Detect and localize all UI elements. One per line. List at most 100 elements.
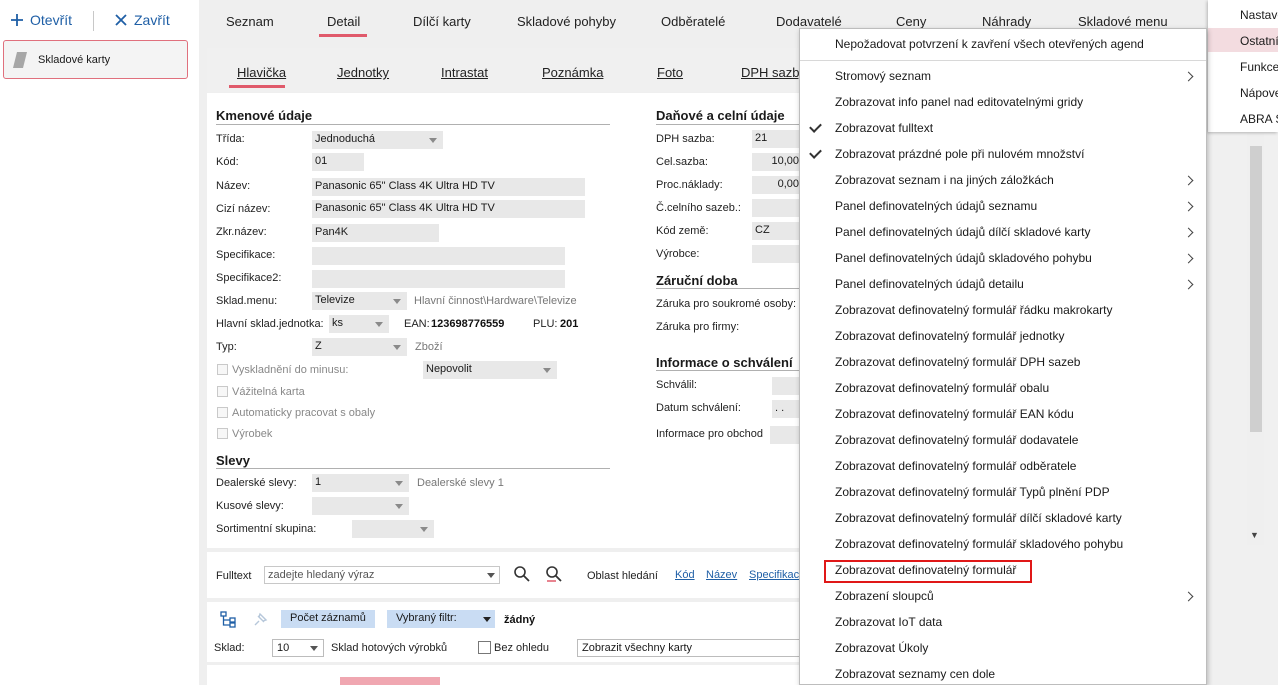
kod-zeme-field[interactable]: CZ: [752, 222, 802, 240]
proc-naklady-field[interactable]: 0,00: [752, 176, 802, 194]
vyrobce-field[interactable]: [752, 245, 802, 263]
tab-ceny[interactable]: Ceny: [896, 14, 926, 29]
menu-item-form-pdp[interactable]: Zobrazovat definovatelný formulář Typů p…: [835, 485, 1110, 499]
record-count-button[interactable]: Počet záznamů: [281, 610, 375, 628]
menu-item-zobrazeni-sloupcu[interactable]: Zobrazení sloupců: [835, 589, 934, 603]
subtab-foto[interactable]: Foto: [657, 65, 683, 80]
menu-item-form-odberatele[interactable]: Zobrazovat definovatelný formulář odběra…: [835, 459, 1076, 473]
tab-odberatele[interactable]: Odběratelé: [661, 14, 725, 29]
sklad-label: Sklad:: [214, 642, 245, 654]
filter-button[interactable]: Vybraný filtr:: [387, 610, 495, 628]
sklad-menu-select[interactable]: Televize: [312, 292, 407, 310]
menu-item-form-dph-sazeb[interactable]: Zobrazovat definovatelný formulář DPH sa…: [835, 355, 1080, 369]
informace-obchod-field[interactable]: [770, 426, 802, 444]
chevron-right-icon: [1183, 175, 1194, 186]
close-button[interactable]: Zavřít: [114, 10, 170, 30]
sortiment-select[interactable]: [352, 520, 434, 538]
trida-select[interactable]: Jednoduchá: [312, 131, 443, 149]
subtab-jednotky[interactable]: Jednotky: [337, 65, 389, 80]
menu-item-prazdne-pole[interactable]: Zobrazovat prázdné pole při nulovém množ…: [835, 147, 1084, 161]
cel-sazba-field[interactable]: 10,00: [752, 153, 802, 171]
dph-label: DPH sazba:: [656, 133, 715, 145]
kod-zeme-label: Kód země:: [656, 225, 709, 237]
tab-dodavatele[interactable]: Dodavatelé: [776, 14, 842, 29]
search-icon[interactable]: [513, 565, 531, 583]
jednotka-select[interactable]: ks: [329, 315, 389, 333]
menu-item-form-ean[interactable]: Zobrazovat definovatelný formulář EAN kó…: [835, 407, 1074, 421]
typ-select[interactable]: Z: [312, 338, 407, 356]
vyrobek-checkbox[interactable]: [217, 428, 228, 439]
obaly-checkbox[interactable]: [217, 407, 228, 418]
menu-item-iot-data[interactable]: Zobrazovat IoT data: [835, 615, 942, 629]
kod-field[interactable]: 01: [312, 153, 364, 171]
plu-value: 201: [560, 318, 579, 330]
menu-item-form-makrokarty[interactable]: Zobrazovat definovatelný formulář řádku …: [835, 303, 1112, 317]
kusove-label: Kusové slevy:: [216, 500, 284, 512]
menu-item-definovatelny-formular[interactable]: Zobrazovat definovatelný formulář: [835, 563, 1016, 577]
fulltext-input[interactable]: zadejte hledaný výraz: [264, 566, 500, 584]
menu-item-nastaveni[interactable]: Nastave: [1240, 8, 1278, 22]
fulltext-label: Fulltext: [216, 570, 252, 582]
subtab-poznamka[interactable]: Poznámka: [542, 65, 603, 80]
menu-item-seznamy-cen-dole[interactable]: Zobrazovat seznamy cen dole: [835, 667, 995, 681]
sklad-select[interactable]: 10: [272, 639, 324, 657]
specifikace-field[interactable]: [312, 247, 565, 265]
subtab-dph-sazby[interactable]: DPH sazby: [741, 65, 806, 80]
search-field-nazev[interactable]: Název: [706, 569, 737, 581]
scroll-down-icon[interactable]: ▼: [1250, 530, 1259, 540]
menu-item-fulltext[interactable]: Zobrazovat fulltext: [835, 121, 933, 135]
search-options-icon[interactable]: [545, 565, 563, 583]
menu-item-panel-dilci-karty[interactable]: Panel definovatelných údajů dílčí sklado…: [835, 225, 1091, 239]
menu-item-ukoly[interactable]: Zobrazovat Úkoly: [835, 641, 928, 655]
menu-item-nepozadovat[interactable]: Nepožadovat potvrzení k zavření všech ot…: [835, 37, 1144, 51]
pin-icon[interactable]: [252, 612, 268, 628]
menu-item-info-panel[interactable]: Zobrazovat info panel nad editovatelnými…: [835, 95, 1083, 109]
tab-seznam[interactable]: Seznam: [226, 14, 274, 29]
search-field-specifikace[interactable]: Specifikace: [749, 569, 805, 581]
bez-ohledu-checkbox[interactable]: [478, 641, 491, 654]
menu-item-napoveda[interactable]: Nápove: [1240, 86, 1278, 100]
tab-skladove-pohyby[interactable]: Skladové pohyby: [517, 14, 616, 29]
menu-item-panel-detailu[interactable]: Panel definovatelných údajů detailu: [835, 277, 1024, 291]
menu-item-panel-seznamu[interactable]: Panel definovatelných údajů seznamu: [835, 199, 1037, 213]
vazitelna-checkbox[interactable]: [217, 386, 228, 397]
dealer-select[interactable]: 1: [312, 474, 409, 492]
celni-sazebnik-field[interactable]: [752, 199, 802, 217]
menu-item-panel-skladoveho-pohybu[interactable]: Panel definovatelných údajů skladového p…: [835, 251, 1092, 265]
obaly-label: Automaticky pracovat s obaly: [232, 407, 376, 419]
menu-item-seznam-jine-zalozky[interactable]: Zobrazovat seznam i na jiných záložkách: [835, 173, 1054, 187]
tree-view-icon[interactable]: [220, 611, 237, 628]
menu-item-form-skladoveho-pohybu[interactable]: Zobrazovat definovatelný formulář sklado…: [835, 537, 1123, 551]
menu-item-ostatni[interactable]: Ostatní: [1240, 34, 1278, 48]
specifikace2-field[interactable]: [312, 270, 565, 288]
subtab-hlavicka[interactable]: Hlavička: [237, 65, 286, 80]
active-tab-indicator: [319, 34, 367, 37]
cizi-nazev-field[interactable]: Panasonic 65" Class 4K Ultra HD TV: [312, 200, 585, 218]
section-zarucni-doba: Záruční doba: [656, 273, 738, 288]
nazev-field[interactable]: Panasonic 65" Class 4K Ultra HD TV: [312, 178, 585, 196]
tab-skladove-menu[interactable]: Skladové menu: [1078, 14, 1168, 29]
menu-item-form-jednotky[interactable]: Zobrazovat definovatelný formulář jednot…: [835, 329, 1064, 343]
menu-item-form-obalu[interactable]: Zobrazovat definovatelný formulář obalu: [835, 381, 1049, 395]
menu-item-abra[interactable]: ABRA S: [1240, 112, 1278, 126]
schvalil-field[interactable]: [772, 377, 802, 395]
menu-item-form-dilci-karty[interactable]: Zobrazovat definovatelný formulář dílčí …: [835, 511, 1122, 525]
vyskladneni-select[interactable]: Nepovolit: [423, 361, 557, 379]
kusove-select[interactable]: [312, 497, 409, 515]
subtab-intrastat[interactable]: Intrastat: [441, 65, 488, 80]
zkr-nazev-field[interactable]: Pan4K: [312, 224, 439, 242]
datum-schvaleni-field[interactable]: . .: [772, 400, 802, 418]
menu-item-stromovy-seznam[interactable]: Stromový seznam: [835, 69, 931, 83]
menu-item-form-dodavatele[interactable]: Zobrazovat definovatelný formulář dodava…: [835, 433, 1078, 447]
dph-field[interactable]: 21: [752, 130, 802, 148]
jednotka-label: Hlavní sklad.jednotka:: [216, 318, 324, 330]
tab-nahrady[interactable]: Náhrady: [982, 14, 1031, 29]
menu-item-funkce[interactable]: Funkce: [1240, 60, 1278, 74]
tab-detail[interactable]: Detail: [327, 14, 360, 29]
vyskladneni-checkbox[interactable]: [217, 364, 228, 375]
search-field-kod[interactable]: Kód: [675, 569, 695, 581]
tab-dilci-karty[interactable]: Dílčí karty: [413, 14, 471, 29]
scrollbar-thumb[interactable]: [1250, 146, 1262, 432]
agenda-tab-skladove-karty[interactable]: Skladové karty: [3, 40, 188, 79]
open-button[interactable]: Otevřít: [10, 10, 72, 30]
